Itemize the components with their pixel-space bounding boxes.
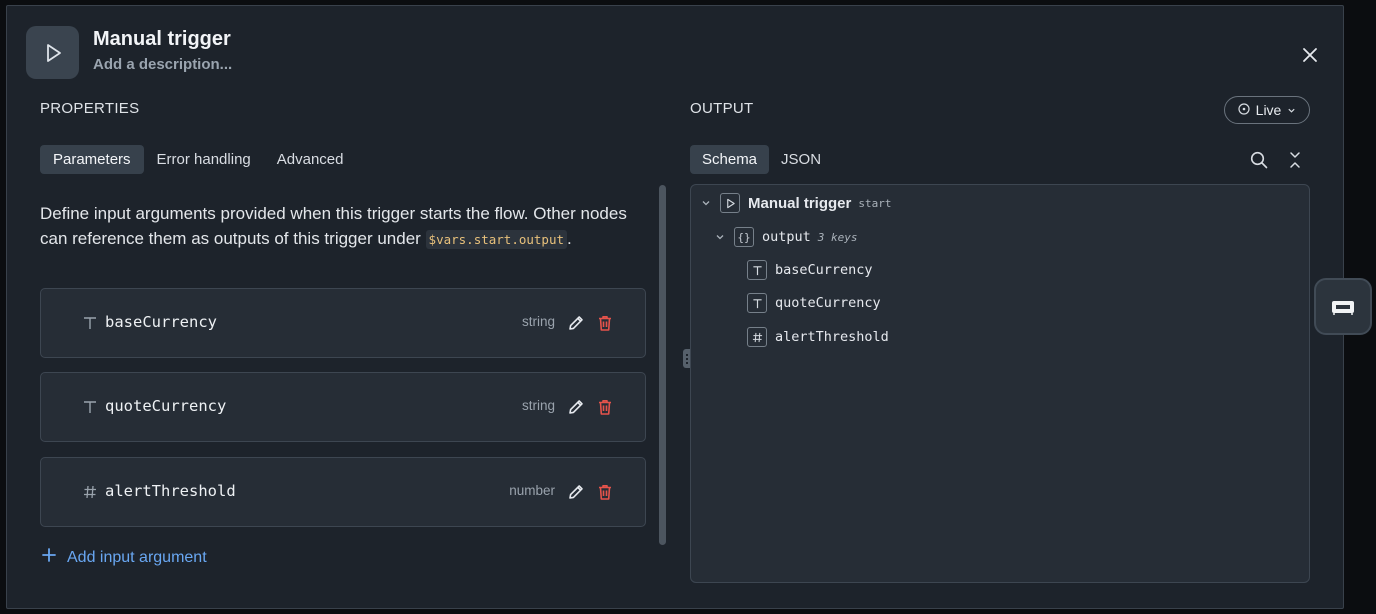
trash-icon[interactable]: [594, 396, 616, 418]
intro-text-end: .: [567, 228, 572, 248]
text-type-icon: [747, 260, 767, 280]
tree-output-tag: 3 keys: [817, 230, 858, 244]
tree-root-row[interactable]: Manual trigger start: [700, 193, 891, 213]
vars-path-code: $vars.start.output: [425, 229, 568, 249]
tree-key-name: quoteCurrency: [775, 295, 881, 311]
tree-output-row[interactable]: {} output 3 keys: [714, 227, 858, 247]
search-icon[interactable]: [1248, 149, 1270, 171]
text-type-icon: [81, 397, 99, 417]
collapse-all-icon[interactable]: [1284, 149, 1306, 171]
live-mode-label: Live: [1255, 102, 1282, 118]
trash-icon[interactable]: [594, 312, 616, 334]
tree-key-name: baseCurrency: [775, 262, 873, 278]
output-tabs: Schema JSON: [690, 145, 833, 174]
argument-type: string: [521, 314, 555, 329]
output-heading: OUTPUT: [690, 100, 754, 117]
assistant-widget-icon[interactable]: [1314, 278, 1372, 335]
pencil-icon[interactable]: [565, 396, 587, 418]
close-icon[interactable]: [1298, 43, 1322, 67]
tree-key-row[interactable]: baseCurrency: [747, 260, 873, 280]
argument-name: baseCurrency: [105, 313, 217, 331]
tab-parameters[interactable]: Parameters: [40, 145, 144, 174]
tree-key-row[interactable]: alertThreshold: [747, 327, 889, 347]
tree-root-tag: start: [858, 196, 892, 210]
trash-icon[interactable]: [594, 481, 616, 503]
plus-icon: [41, 547, 57, 568]
chevron-down-icon[interactable]: [714, 231, 726, 243]
argument-type: number: [509, 483, 555, 498]
node-title[interactable]: Manual trigger: [93, 28, 231, 51]
tab-advanced[interactable]: Advanced: [264, 145, 357, 174]
hash-icon: [747, 327, 767, 347]
play-icon: [26, 26, 79, 79]
tree-root-label: Manual trigger: [748, 194, 852, 212]
text-type-icon: [81, 313, 99, 333]
properties-tabs: Parameters Error handling Advanced: [40, 145, 356, 174]
argument-name: quoteCurrency: [105, 397, 227, 415]
tree-output-label: output: [762, 229, 811, 245]
tab-json[interactable]: JSON: [769, 145, 833, 174]
add-input-argument-label: Add input argument: [67, 548, 207, 566]
argument-card-base-currency[interactable]: baseCurrency string: [40, 288, 646, 358]
argument-name: alertThreshold: [105, 482, 236, 500]
argument-card-alert-threshold[interactable]: alertThreshold number: [40, 457, 646, 527]
add-input-argument-button[interactable]: Add input argument: [41, 547, 207, 568]
pencil-icon[interactable]: [565, 481, 587, 503]
text-type-icon: [747, 293, 767, 313]
live-mode-dropdown[interactable]: Live: [1224, 96, 1310, 124]
tab-schema[interactable]: Schema: [690, 145, 770, 174]
manual-trigger-panel: Manual trigger Add a description... PROP…: [6, 5, 1344, 609]
chevron-down-icon[interactable]: [700, 197, 712, 209]
hash-icon: [81, 482, 99, 502]
tree-key-name: alertThreshold: [775, 329, 889, 345]
argument-type: string: [521, 398, 555, 413]
play-icon: [720, 193, 740, 213]
chevron-down-icon: [1287, 102, 1296, 118]
pencil-icon[interactable]: [565, 312, 587, 334]
intro-text: Define input arguments provided when thi…: [40, 202, 652, 252]
properties-scrollbar[interactable]: [659, 185, 666, 545]
braces-icon: {}: [734, 227, 754, 247]
properties-heading: PROPERTIES: [40, 100, 140, 117]
description-field[interactable]: Add a description...: [93, 56, 232, 73]
tab-error-handling[interactable]: Error handling: [144, 145, 264, 174]
argument-card-quote-currency[interactable]: quoteCurrency string: [40, 372, 646, 442]
tree-key-row[interactable]: quoteCurrency: [747, 293, 881, 313]
clock-icon: [1238, 102, 1250, 118]
schema-tree: Manual trigger start {} output 3 keys ba…: [690, 184, 1310, 583]
